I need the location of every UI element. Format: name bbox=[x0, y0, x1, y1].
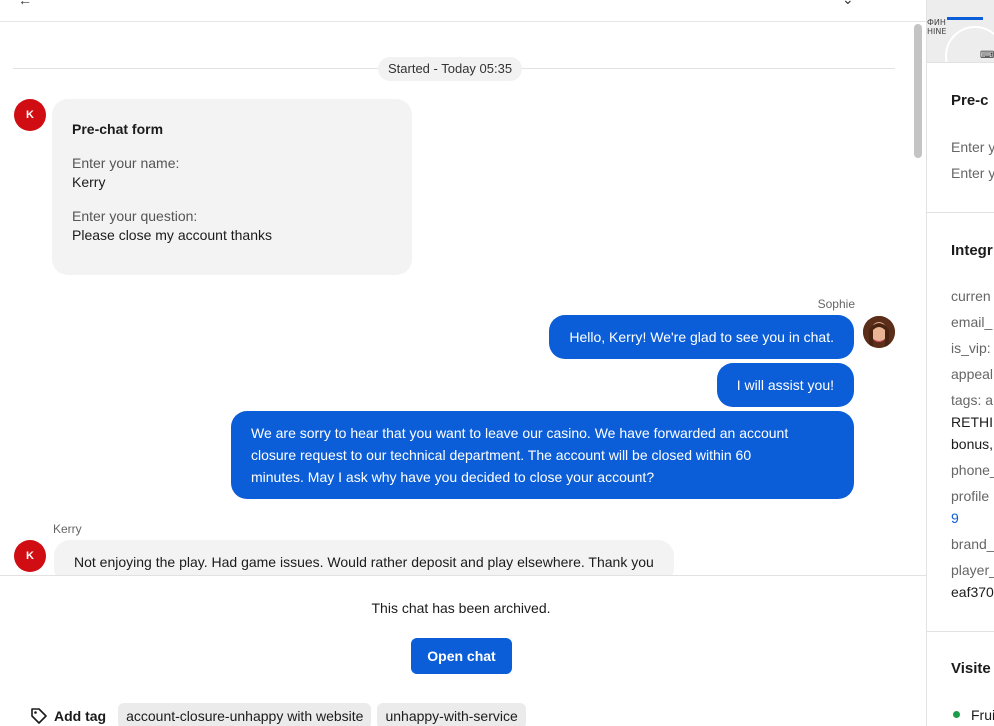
archived-notice: This chat has been archived. bbox=[371, 600, 551, 616]
integration-field: profile bbox=[951, 488, 990, 504]
add-tag-label: Add tag bbox=[54, 708, 107, 724]
chat-pane: ← ⌄ Started - Today 05:35 K Pre-chat for… bbox=[0, 0, 926, 726]
map-label: ФИН HINE bbox=[927, 18, 946, 36]
integration-value: eaf370 bbox=[951, 584, 994, 600]
integration-field: tags: a bbox=[951, 392, 994, 408]
agent-name: Sophie bbox=[817, 297, 855, 311]
agent-message: I will assist you! bbox=[716, 363, 854, 407]
prechat-question-value: Please close my account thanks bbox=[72, 227, 272, 243]
integration-field: curren bbox=[951, 288, 991, 304]
tag-chip[interactable]: unhappy-with-service bbox=[377, 703, 526, 726]
integration-field: phone_ bbox=[951, 462, 994, 478]
details-panel: ФИН HINE ⌨ Pre-c Enter y Enter y Integr … bbox=[926, 0, 994, 726]
map-label-line: ФИН bbox=[927, 18, 946, 27]
tags-row: Add tag account-closure-unhappy with web… bbox=[30, 703, 532, 726]
keyboard-icon: ⌨ bbox=[980, 50, 994, 61]
integration-link[interactable]: 9 bbox=[951, 510, 959, 526]
add-tag-button[interactable]: Add tag bbox=[30, 707, 106, 725]
visitor-avatar: K bbox=[14, 540, 46, 572]
prechat-field: Enter y bbox=[951, 139, 994, 155]
message-line: closure request to our technical departm… bbox=[251, 447, 752, 463]
prechat-title: Pre-chat form bbox=[72, 121, 164, 137]
agent-avatar bbox=[863, 316, 895, 348]
message-list[interactable]: Started - Today 05:35 K Pre-chat form En… bbox=[0, 22, 912, 575]
chevron-down-icon[interactable]: ⌄ bbox=[842, 0, 854, 8]
prechat-section-title: Pre-c bbox=[951, 92, 989, 109]
map-label-line: HINE bbox=[927, 27, 947, 36]
integration-value: RETHI bbox=[951, 414, 993, 430]
integration-value: bonus, bbox=[951, 436, 994, 452]
integration-field: email_ bbox=[951, 314, 993, 330]
integration-field: appeal bbox=[951, 366, 994, 382]
integration-field: brand_ bbox=[951, 536, 994, 552]
prechat-form-card: Pre-chat form Enter your name: Kerry Ent… bbox=[52, 99, 412, 275]
archived-footer: This chat has been archived. Open chat A… bbox=[0, 575, 926, 726]
location-map[interactable]: ФИН HINE ⌨ bbox=[927, 0, 994, 63]
message-line: We are sorry to hear that you want to le… bbox=[251, 425, 789, 441]
chat-header: ← ⌄ bbox=[0, 0, 926, 22]
agent-photo-icon bbox=[863, 316, 895, 348]
scrollbar[interactable] bbox=[914, 24, 922, 158]
visitor-name: Kerry bbox=[53, 522, 82, 536]
divider bbox=[927, 212, 994, 213]
back-arrow-icon[interactable]: ← bbox=[18, 0, 32, 8]
started-label: Started - Today 05:35 bbox=[378, 57, 523, 81]
prechat-field: Enter y bbox=[951, 165, 994, 181]
visitor-section-title: Visite bbox=[951, 660, 991, 677]
integrations-section-title: Integr bbox=[951, 242, 993, 259]
visitor-avatar: K bbox=[14, 99, 46, 131]
visitor-message: Not enjoying the play. Had game issues. … bbox=[54, 540, 674, 575]
tag-icon bbox=[31, 708, 47, 724]
prechat-question-label: Enter your question: bbox=[72, 208, 198, 224]
integration-field: player_ bbox=[951, 562, 994, 578]
prechat-name-value: Kerry bbox=[72, 174, 106, 190]
message-line: minutes. May I ask why have you decided … bbox=[251, 469, 655, 485]
prechat-name-label: Enter your name: bbox=[72, 155, 180, 171]
tag-chip[interactable]: account-closure-unhappy with website bbox=[118, 703, 372, 726]
integration-field: is_vip: bbox=[951, 340, 991, 356]
online-status-dot bbox=[953, 711, 960, 718]
open-chat-button[interactable]: Open chat bbox=[411, 638, 512, 674]
active-tab-indicator bbox=[947, 17, 983, 20]
agent-message: Hello, Kerry! We're glad to see you in c… bbox=[549, 315, 854, 359]
divider bbox=[927, 631, 994, 632]
agent-message: We are sorry to hear that you want to le… bbox=[231, 411, 854, 499]
visitor-detail: Frui bbox=[971, 707, 994, 723]
